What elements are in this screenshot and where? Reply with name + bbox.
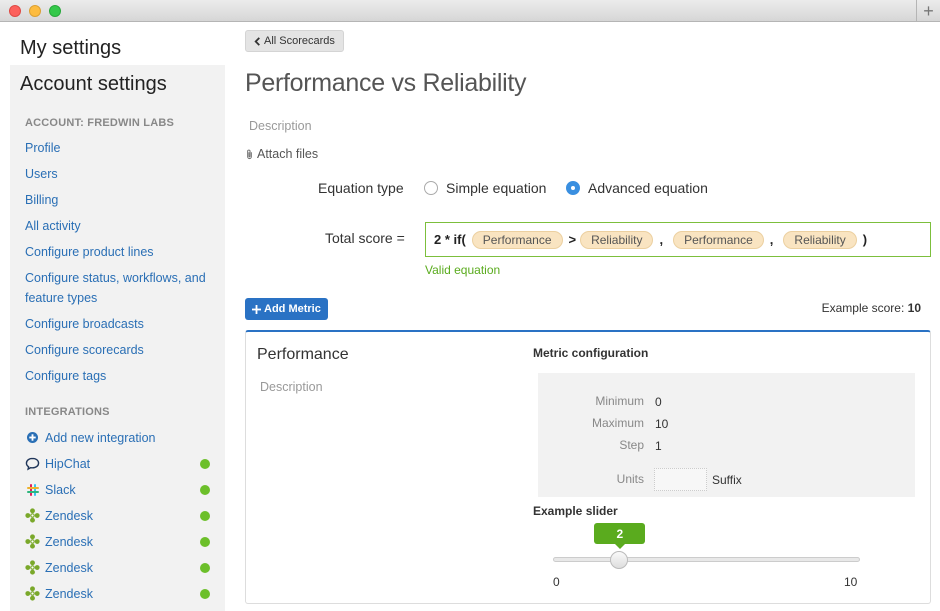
status-dot [200, 588, 210, 599]
sidebar-link-broadcasts[interactable]: Configure broadcasts [25, 314, 215, 334]
radio-circle[interactable] [424, 181, 438, 195]
integration-label: Zendesk [45, 560, 93, 575]
chevron-left-icon [254, 36, 261, 46]
comma: , [659, 232, 664, 247]
example-score-value: 10 [907, 301, 921, 315]
paperclip-icon [245, 149, 254, 160]
metric-panel: Performance Description Metric configura… [245, 330, 931, 604]
plus-icon [252, 304, 261, 314]
add-integration-link[interactable]: Add new integration [25, 430, 210, 445]
zendesk-icon [25, 560, 40, 575]
status-dot [200, 562, 210, 573]
integration-label: Zendesk [45, 508, 93, 523]
page-title[interactable]: Performance vs Reliability [245, 69, 527, 98]
example-score-label: Example score: [821, 301, 905, 315]
slider-track[interactable] [553, 557, 860, 562]
equation-type-label: Equation type [318, 180, 404, 196]
my-settings-heading: My settings [20, 37, 122, 59]
slider-thumb[interactable] [610, 551, 629, 569]
attach-files-label: Attach files [257, 147, 319, 161]
slack-icon [25, 482, 40, 497]
maximum-label: Maximum [591, 416, 644, 430]
total-score-label: Total score = [325, 230, 405, 246]
metric-token[interactable]: Reliability [580, 230, 654, 249]
account-settings-heading: Account settings [20, 73, 167, 95]
close-paren: ) [862, 232, 868, 247]
sidebar-link-product-lines[interactable]: Configure product lines [25, 242, 215, 262]
close-window-button[interactable] [9, 5, 21, 17]
status-dot [200, 458, 210, 469]
zoom-window-button[interactable] [49, 5, 61, 17]
integration-item-zendesk[interactable]: Zendesk [25, 508, 210, 523]
metric-configuration-heading: Metric configuration [533, 346, 649, 360]
integration-item-zendesk[interactable]: Zendesk [25, 586, 210, 601]
account-section-header: ACCOUNT: FREDWIN LABS [25, 117, 175, 129]
metric-token[interactable]: Reliability [783, 230, 857, 249]
example-slider-heading: Example slider [533, 504, 618, 518]
radio-simple-equation[interactable]: Simple equation [424, 180, 546, 196]
minimum-value[interactable]: 0 [655, 395, 662, 409]
integration-label: Zendesk [45, 534, 93, 549]
equation-editor[interactable]: 2 * if( Performance > Reliability , Perf… [425, 222, 931, 257]
status-dot [200, 484, 210, 495]
add-metric-button[interactable]: Add Metric [245, 298, 328, 320]
integration-item-hipchat[interactable]: HipChat [25, 456, 210, 471]
new-tab-button[interactable]: + [916, 0, 940, 22]
suffix-label: Suffix [712, 473, 742, 487]
sidebar-link-profile[interactable]: Profile [25, 138, 215, 158]
metric-description-field[interactable]: Description [260, 380, 323, 394]
back-label: All Scorecards [264, 35, 335, 47]
status-dot [200, 510, 210, 521]
integration-item-slack[interactable]: Slack [25, 482, 210, 497]
operator-gt: > [568, 232, 577, 247]
valid-equation-status: Valid equation [425, 263, 501, 277]
attach-files-link[interactable]: Attach files [245, 147, 318, 161]
sidebar-link-billing[interactable]: Billing [25, 190, 215, 210]
metric-token[interactable]: Performance [673, 230, 764, 249]
step-value[interactable]: 1 [655, 439, 662, 453]
integration-item-zendesk[interactable]: Zendesk [25, 534, 210, 549]
window-titlebar: + [0, 0, 940, 22]
status-dot [200, 536, 210, 547]
metric-token[interactable]: Performance [471, 230, 563, 249]
units-input[interactable] [654, 468, 707, 491]
metric-name[interactable]: Performance [257, 346, 349, 364]
radio-label: Simple equation [446, 180, 547, 196]
integrations-section-header: INTEGRATIONS [25, 406, 110, 418]
integration-item-zendesk[interactable]: Zendesk [25, 560, 210, 575]
sidebar-link-scorecards[interactable]: Configure scorecards [25, 340, 215, 360]
slider-value-tooltip: 2 [594, 523, 646, 549]
integration-label: HipChat [45, 456, 91, 471]
integration-label: Slack [45, 482, 76, 497]
radio-advanced-equation[interactable]: Advanced equation [566, 180, 708, 196]
maximum-value[interactable]: 10 [655, 417, 668, 431]
slider-min-label: 0 [553, 575, 560, 589]
add-metric-label: Add Metric [264, 303, 321, 315]
comma: , [769, 232, 774, 247]
sidebar-link-all-activity[interactable]: All activity [25, 216, 215, 236]
sidebar-link-status-workflows[interactable]: Configure status, workflows, and feature… [25, 268, 215, 308]
zendesk-icon [25, 534, 40, 549]
step-label: Step [619, 438, 644, 452]
sidebar-link-users[interactable]: Users [25, 164, 215, 184]
description-field[interactable]: Description [249, 119, 312, 133]
hipchat-icon [25, 456, 40, 471]
radio-label: Advanced equation [588, 180, 708, 196]
example-score: Example score: 10 [822, 301, 921, 315]
sidebar-link-tags[interactable]: Configure tags [25, 366, 215, 386]
zendesk-icon [25, 586, 40, 601]
slider-max-label: 10 [844, 575, 858, 589]
equation-prefix: 2 * if( [434, 232, 466, 247]
sidebar: Account settings ACCOUNT: FREDWIN LABS P… [10, 65, 225, 611]
minimum-label: Minimum [595, 394, 644, 408]
minimize-window-button[interactable] [29, 5, 41, 17]
add-integration-label: Add new integration [45, 430, 156, 445]
back-to-scorecards-button[interactable]: All Scorecards [245, 30, 344, 52]
integration-label: Zendesk [45, 586, 93, 601]
zendesk-icon [25, 508, 40, 523]
units-label: Units [616, 472, 644, 486]
metric-configuration-box: Minimum 0 Maximum 10 Step 1 Units Suffix [538, 373, 915, 497]
radio-circle-selected[interactable] [566, 181, 580, 195]
plus-circle-icon [25, 430, 40, 445]
